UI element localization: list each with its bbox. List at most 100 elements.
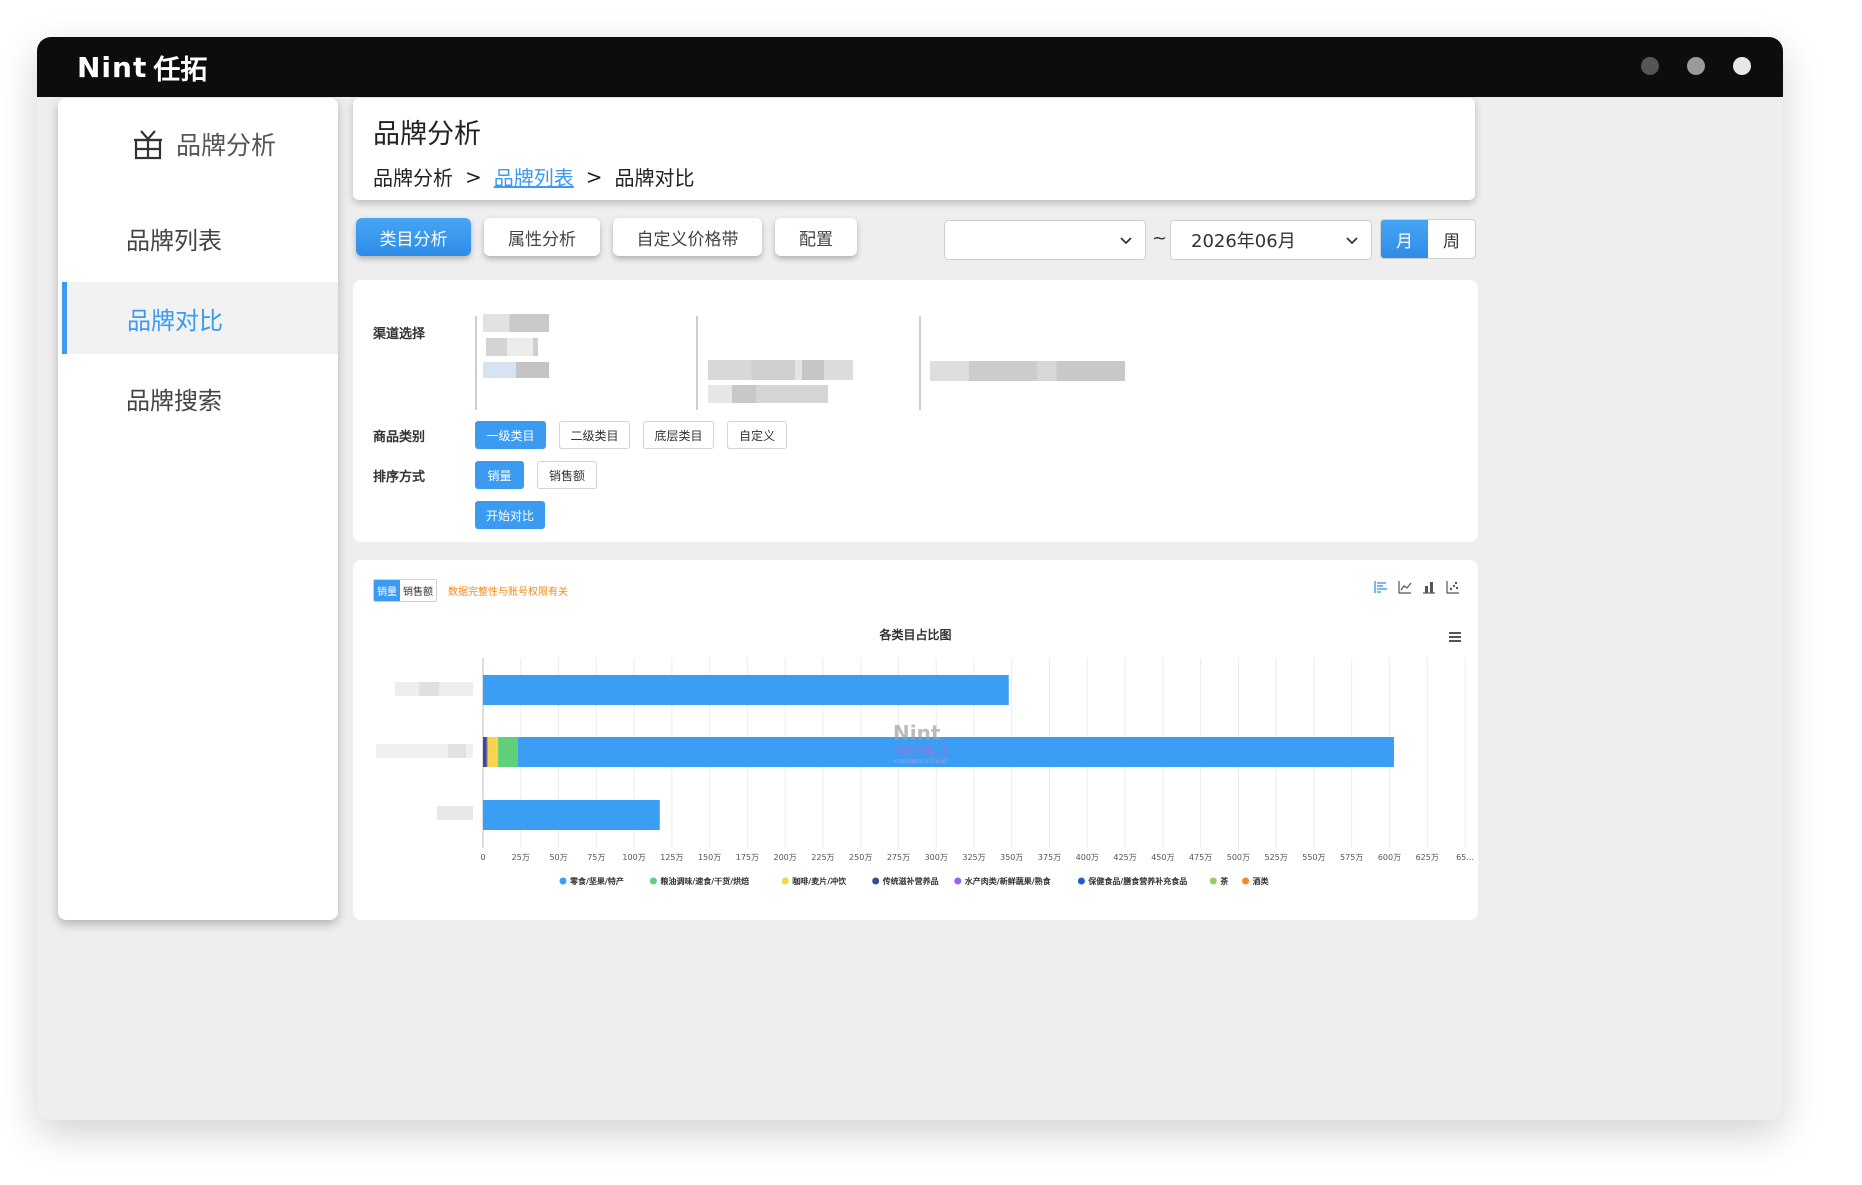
logo-latin: Nint <box>77 50 148 84</box>
legend-label[interactable]: 保健食品/膳食营养补充食品 <box>1087 876 1187 886</box>
tab-attribute-analysis[interactable]: 属性分析 <box>484 218 600 256</box>
date-range-separator: ~ <box>1152 228 1168 249</box>
bar-segment[interactable] <box>483 800 660 830</box>
sidebar: 品牌分析 品牌列表 品牌对比 品牌搜索 <box>58 98 338 920</box>
legend-marker[interactable] <box>1242 877 1250 885</box>
legend-marker[interactable] <box>1077 877 1085 885</box>
sort-label: 排序方式 <box>373 470 426 485</box>
bar-segment[interactable] <box>483 675 1009 705</box>
watermark-logo: Nint <box>893 721 941 745</box>
breadcrumb: 品牌分析 > 品牌列表 > 品牌对比 <box>373 162 695 191</box>
sidebar-item-brand-search[interactable]: 品牌搜索 <box>58 356 338 440</box>
logo-cn: 任拓 <box>153 54 208 86</box>
watermark-text: 任拓情报通 <box>893 743 948 757</box>
bar-segment[interactable] <box>498 737 518 767</box>
window-dot-icon[interactable] <box>1687 57 1705 75</box>
sidebar-title: 品牌分析 <box>132 126 276 162</box>
x-tick-label: 200万 <box>774 853 797 862</box>
tab-category-analysis[interactable]: 类目分析 <box>356 218 471 256</box>
legend-marker[interactable] <box>1209 877 1217 885</box>
x-tick-label: 225万 <box>811 853 834 862</box>
bar-segment[interactable] <box>487 737 499 767</box>
bar-segment[interactable] <box>483 737 487 767</box>
window-dot-icon[interactable] <box>1641 57 1659 75</box>
x-tick-label: 400万 <box>1076 853 1099 862</box>
nint-logo: Nint 任拓 <box>77 50 208 86</box>
legend-marker[interactable] <box>872 877 880 885</box>
sort-volume-button[interactable]: 销量 <box>475 461 524 489</box>
x-tick-label: 175万 <box>736 853 759 862</box>
legend-label[interactable]: 酒类 <box>1253 876 1269 886</box>
breadcrumb-item-brand-analysis[interactable]: 品牌分析 <box>373 162 453 191</box>
period-week-button[interactable]: 周 <box>1428 220 1475 258</box>
x-tick-label: 475万 <box>1189 853 1212 862</box>
chevron-down-icon <box>1120 237 1132 245</box>
legend-marker[interactable] <box>781 877 789 885</box>
legend-label[interactable]: 咖啡/麦片/冲饮 <box>792 876 847 886</box>
end-month-value: 2026年06月 <box>1191 231 1296 252</box>
x-tick-label: 600万 <box>1378 853 1401 862</box>
x-tick-label: 300万 <box>925 853 948 862</box>
x-tick-label: 25万 <box>512 853 530 862</box>
title-bar: Nint 任拓 <box>37 37 1783 97</box>
x-tick-label: 375万 <box>1038 853 1061 862</box>
channel-option-redacted[interactable] <box>708 360 853 380</box>
start-month-select[interactable] <box>944 220 1146 260</box>
period-toggle: 月 周 <box>1380 219 1476 259</box>
legend-marker[interactable] <box>954 877 962 885</box>
breadcrumb-separator: > <box>465 164 482 189</box>
x-tick-label: 75万 <box>587 853 605 862</box>
x-tick-label: 425万 <box>1113 853 1136 862</box>
window-controls <box>1641 57 1751 75</box>
channel-option-redacted[interactable] <box>483 314 549 332</box>
channel-option-redacted[interactable] <box>483 362 549 378</box>
channel-option-redacted[interactable] <box>486 338 538 356</box>
breadcrumb-separator: > <box>585 164 603 189</box>
start-compare-button[interactable]: 开始对比 <box>475 501 545 529</box>
channel-option-redacted[interactable] <box>930 361 1125 381</box>
category-custom-button[interactable]: 自定义 <box>727 421 787 449</box>
watermark-sub: Intelligence Cloud <box>893 758 947 765</box>
category-level2-button[interactable]: 二级类目 <box>559 421 630 449</box>
x-tick-label: 150万 <box>698 853 721 862</box>
x-tick-label: 450万 <box>1151 853 1174 862</box>
legend-marker[interactable] <box>649 877 657 885</box>
gift-icon <box>134 130 162 160</box>
legend-label[interactable]: 传统滋补营养品 <box>882 876 939 886</box>
legend-label[interactable]: 水产肉类/新鲜蔬果/熟食 <box>964 876 1052 886</box>
channel-divider <box>919 316 921 410</box>
channel-option-redacted[interactable] <box>708 385 828 403</box>
legend-marker[interactable] <box>559 877 567 885</box>
category-label: 商品类别 <box>373 430 426 445</box>
category-label-redacted <box>437 806 473 820</box>
channel-divider <box>475 316 477 410</box>
legend-label[interactable]: 茶 <box>1219 876 1229 886</box>
chart-card: 销量 销售额 数据完整性与账号权限有关 各类目占比图 0 25万 50万 75万 100… <box>353 560 1478 920</box>
channel-label: 渠道选择 <box>373 327 426 342</box>
x-tick-label: 100万 <box>622 853 645 862</box>
sidebar-item-brand-compare[interactable]: 品牌对比 <box>62 282 338 354</box>
x-tick-label: 550万 <box>1302 853 1325 862</box>
category-leaf-button[interactable]: 底层类目 <box>643 421 714 449</box>
category-level1-button[interactable]: 一级类目 <box>475 421 546 449</box>
x-tick-label: 50万 <box>549 853 567 862</box>
window-dot-icon[interactable] <box>1733 57 1751 75</box>
sort-revenue-button[interactable]: 销售额 <box>537 461 597 489</box>
x-tick-label: 0 <box>480 853 485 862</box>
breadcrumb-item-brand-compare: 品牌对比 <box>614 166 695 190</box>
bar-segment[interactable] <box>517 737 1394 767</box>
chart-legend: 零食/坚果/特产 粮油调味/速食/干货/烘焙 咖啡/麦片/冲饮 传统滋补营养品 水产肉类… <box>559 876 1269 886</box>
period-month-button[interactable]: 月 <box>1381 220 1428 258</box>
legend-label[interactable]: 零食/坚果/特产 <box>569 876 624 886</box>
breadcrumb-item-brand-list[interactable]: 品牌列表 <box>494 162 574 191</box>
tab-custom-price-band[interactable]: 自定义价格带 <box>613 218 762 256</box>
tab-config[interactable]: 配置 <box>775 218 857 256</box>
chart-watermark: Nint 任拓情报通 Intelligence Cloud <box>893 721 948 765</box>
end-month-select[interactable]: 2026年06月 <box>1170 220 1372 260</box>
sidebar-item-brand-list[interactable]: 品牌列表 <box>58 196 338 280</box>
filter-panel: 渠道选择 商品类别 一级类目 二级类目 底层类目 自定义 排序方式 销量 销售额… <box>353 280 1478 542</box>
channel-divider <box>696 316 698 410</box>
x-tick-label: 250万 <box>849 853 872 862</box>
legend-label[interactable]: 粮油调味/速食/干货/烘焙 <box>660 876 749 886</box>
x-tick-label: 525万 <box>1265 853 1288 862</box>
